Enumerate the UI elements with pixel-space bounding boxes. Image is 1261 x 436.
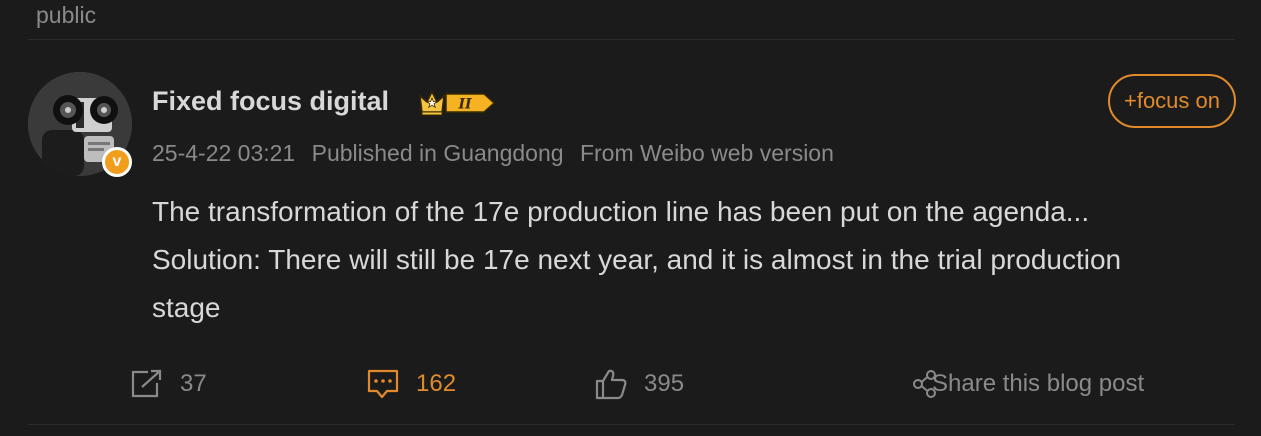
post-timestamp[interactable]: 25-4-22 03:21	[152, 140, 295, 166]
share-label: Share this blog post	[932, 370, 1145, 397]
post-body: The transformation of the 17e production…	[152, 188, 1232, 332]
bottom-divider	[28, 424, 1235, 425]
share-button[interactable]: Share this blog post	[912, 366, 1144, 402]
verified-icon: v	[102, 147, 132, 177]
post-location: Published in Guangdong	[311, 140, 564, 166]
crown-icon[interactable]: II	[418, 88, 498, 118]
visibility-label: public	[36, 2, 97, 28]
author-name[interactable]: Fixed focus digital	[152, 86, 389, 117]
like-count: 395	[644, 370, 685, 397]
post-source: From Weibo web version	[579, 140, 834, 166]
forward-icon	[131, 369, 162, 398]
level-badge-text: II	[457, 97, 472, 113]
follow-button[interactable]: +focus on	[1108, 74, 1236, 128]
forward-count: 37	[180, 370, 207, 397]
comment-button[interactable]: 162	[366, 366, 456, 402]
comment-count: 162	[416, 370, 457, 397]
like-button[interactable]: 395	[594, 366, 684, 402]
top-divider	[28, 39, 1235, 40]
post-line: The transformation of the 17e production…	[152, 196, 1090, 227]
post-meta: 25-4-22 03:21 Published in Guangdong Fro…	[152, 140, 844, 167]
post-line: Solution: There will still be 17e next y…	[152, 244, 1122, 275]
like-icon	[595, 369, 627, 400]
post-line: stage	[152, 292, 221, 323]
forward-button[interactable]: 37	[130, 366, 207, 402]
comment-icon	[367, 369, 399, 399]
